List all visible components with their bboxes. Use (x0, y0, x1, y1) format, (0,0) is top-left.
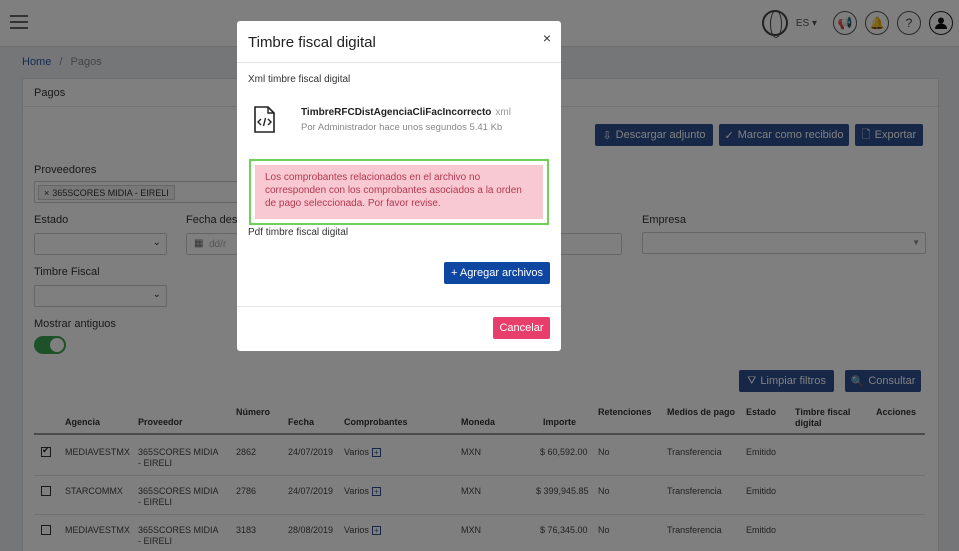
close-icon[interactable]: × (543, 30, 551, 46)
error-message: Los comprobantes relacionados en el arch… (255, 165, 543, 219)
timbre-fiscal-modal: Timbre fiscal digital × Xml timbre fisca… (237, 21, 561, 351)
modal-title: Timbre fiscal digital (248, 34, 376, 51)
pdf-section-label: Pdf timbre fiscal digital (248, 227, 349, 238)
xml-section-label: Xml timbre fiscal digital (248, 74, 351, 85)
error-highlight: Los comprobantes relacionados en el arch… (249, 159, 549, 225)
cancel-button[interactable]: Cancelar (493, 317, 550, 339)
xml-file-ext: xml (495, 107, 511, 118)
modal-header-divider (237, 62, 561, 63)
xml-file-meta: Por Administrador hace unos segundos 5.4… (301, 122, 503, 133)
modal-footer-divider (237, 306, 561, 307)
xml-file-name-text: TimbreRFCDistAgenciaCliFacIncorrecto (301, 107, 492, 118)
add-files-button[interactable]: + Agregar archivos (444, 262, 550, 284)
xml-file-name[interactable]: TimbreRFCDistAgenciaCliFacIncorrecto xml (301, 107, 511, 118)
code-file-icon[interactable] (254, 106, 275, 133)
